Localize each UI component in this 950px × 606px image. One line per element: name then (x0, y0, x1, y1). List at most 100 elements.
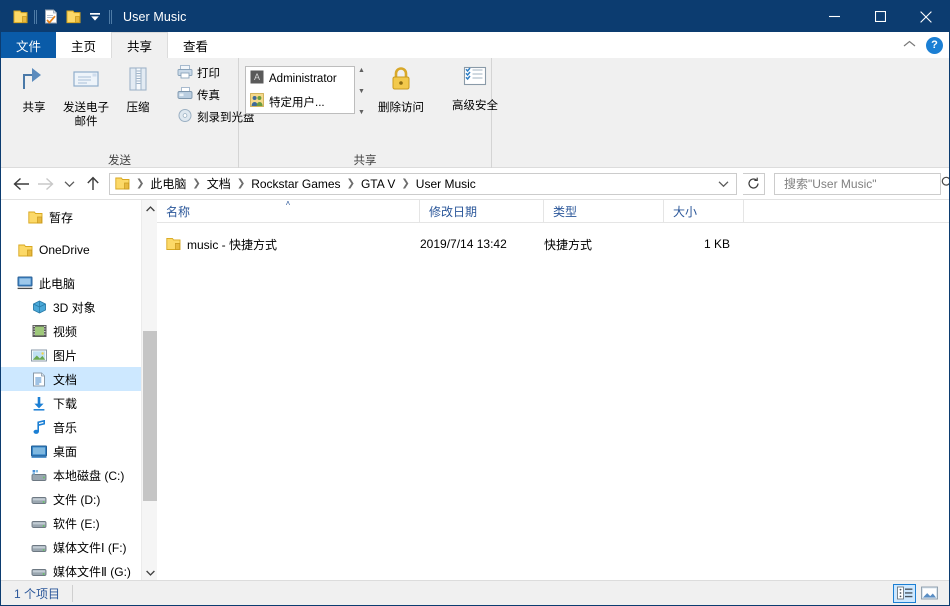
navigation-pane-scrollbar[interactable] (141, 200, 157, 581)
column-header-date-modified[interactable]: 修改日期 (420, 200, 544, 222)
breadcrumb-separator[interactable]: ❯ (134, 174, 146, 194)
status-item-count: 1 个项目 (1, 585, 73, 602)
advanced-security-button[interactable]: 高级安全 (446, 62, 504, 118)
sidebar-item-drive-g[interactable]: 媒体文件Ⅱ (G:) (1, 559, 141, 581)
share-with-item-administrator[interactable]: A Administrator (246, 67, 354, 90)
print-icon (177, 64, 193, 82)
table-row[interactable]: music - 快捷方式 2019/7/14 13:42 快捷方式 1 KB (157, 233, 949, 255)
tab-home[interactable]: 主页 (56, 32, 111, 58)
breadcrumb-dropdown-icon[interactable] (713, 177, 734, 191)
qat-customize-dropdown-icon[interactable] (84, 6, 106, 28)
ribbon-group-send-body: 共享 发送电子邮件 (1, 58, 238, 151)
breadcrumb-separator[interactable]: ❯ (235, 174, 247, 194)
navigation-pane[interactable]: 暂存 OneDrive 此电脑 (1, 200, 141, 581)
scroll-down-button[interactable] (142, 564, 158, 581)
sidebar-item-pictures[interactable]: 图片 (1, 343, 141, 367)
this-pc-icon (17, 275, 33, 291)
scroll-down-icon[interactable]: ▼ (358, 88, 365, 96)
email-button-label: 发送电子邮件 (61, 101, 111, 129)
forward-button[interactable] (33, 172, 57, 196)
sidebar-item-3d-objects[interactable]: 3D 对象 (1, 295, 141, 319)
column-header-name[interactable]: ˄ 名称 (157, 200, 420, 222)
view-toggle-group (893, 584, 949, 603)
sidebar-item-label: 本地磁盘 (C:) (53, 467, 124, 484)
breadcrumb-item-2[interactable]: Rockstar Games (247, 174, 344, 194)
column-header-filler (744, 200, 949, 222)
sidebar-item-drive-e[interactable]: 软件 (E:) (1, 511, 141, 535)
specific-users-icon (250, 93, 264, 110)
sidebar-item-music[interactable]: 音乐 (1, 415, 141, 439)
remove-access-button[interactable]: 删除访问 (376, 62, 426, 118)
breadcrumb-separator[interactable]: ❯ (399, 174, 411, 194)
maximize-button[interactable] (857, 1, 903, 32)
close-button[interactable] (903, 1, 949, 32)
scroll-up-icon[interactable]: ▲ (358, 67, 365, 75)
details-view-button[interactable] (893, 584, 916, 603)
qat-new-folder-icon[interactable] (62, 6, 84, 28)
collapse-ribbon-icon[interactable] (903, 40, 916, 50)
minimize-button[interactable] (811, 1, 857, 32)
scrollbar-thumb[interactable] (143, 331, 157, 501)
sidebar-item-drive-f[interactable]: 媒体文件Ⅰ (F:) (1, 535, 141, 559)
zip-button[interactable]: 压缩 (113, 62, 163, 129)
breadcrumb-separator[interactable]: ❯ (345, 174, 357, 194)
sidebar-item-videos[interactable]: 视频 (1, 319, 141, 343)
sidebar-item-temp[interactable]: 暂存 (1, 205, 141, 229)
breadcrumb-item-3[interactable]: GTA V (357, 174, 399, 194)
breadcrumb-item-1[interactable]: 文档 (203, 174, 235, 194)
share-with-item-specific-users[interactable]: 特定用户... (246, 90, 354, 113)
desktop-icon (31, 443, 47, 459)
recent-locations-button[interactable] (57, 172, 81, 196)
zip-button-label: 压缩 (127, 101, 150, 115)
sidebar-item-downloads[interactable]: 下载 (1, 391, 141, 415)
search-input[interactable] (782, 176, 941, 192)
share-with-listbox[interactable]: A Administrator (245, 66, 355, 114)
file-list-pane[interactable]: ˄ 名称 修改日期 类型 大小 (157, 200, 949, 581)
column-header-size[interactable]: 大小 (664, 200, 744, 222)
sidebar-item-drive-d[interactable]: 文件 (D:) (1, 487, 141, 511)
sidebar-item-onedrive[interactable]: OneDrive (1, 238, 141, 262)
refresh-button[interactable] (743, 173, 765, 195)
qat-folder-icon[interactable] (9, 6, 31, 28)
share-button[interactable]: 共享 (9, 62, 59, 129)
back-button[interactable] (9, 172, 33, 196)
ribbon-group-share-label: 共享 (239, 151, 491, 168)
scroll-more-icon[interactable]: ▼ (358, 109, 365, 117)
breadcrumb-bar[interactable]: ❯ 此电脑 ❯ 文档 ❯ Rockstar Games ❯ GTA V ❯ Us… (109, 173, 737, 195)
sidebar-spacer (1, 262, 141, 271)
share-with-scrollbar[interactable]: ▲ ▼ ▼ (355, 66, 368, 118)
email-button[interactable]: 发送电子邮件 (61, 62, 111, 129)
help-button[interactable]: ? (926, 37, 943, 54)
sidebar-item-this-pc[interactable]: 此电脑 (1, 271, 141, 295)
file-list[interactable]: music - 快捷方式 2019/7/14 13:42 快捷方式 1 KB (157, 233, 949, 255)
breadcrumb-separator[interactable]: ❯ (190, 174, 202, 194)
file-name-cell[interactable]: music - 快捷方式 (157, 236, 420, 253)
zip-icon (123, 64, 153, 98)
tab-share[interactable]: 共享 (111, 32, 168, 58)
up-button[interactable] (81, 172, 105, 196)
fax-button-label: 传真 (197, 87, 220, 103)
sidebar-item-desktop[interactable]: 桌面 (1, 439, 141, 463)
breadcrumb-folder-icon[interactable] (112, 177, 134, 190)
breadcrumb-item-4[interactable]: User Music (412, 174, 480, 194)
quick-access-toolbar (1, 6, 115, 28)
column-header-type[interactable]: 类型 (544, 200, 664, 222)
pictures-icon (31, 347, 47, 363)
search-icon[interactable] (941, 176, 950, 192)
sidebar-item-label: 文档 (53, 371, 77, 388)
breadcrumb-item-0[interactable]: 此电脑 (146, 174, 190, 194)
sidebar-spacer (1, 229, 141, 238)
tab-file[interactable]: 文件 (1, 32, 56, 58)
sidebar-item-label: 图片 (53, 347, 77, 364)
search-box[interactable] (774, 173, 941, 195)
music-icon (31, 419, 47, 435)
large-icons-view-button[interactable] (918, 584, 941, 603)
sidebar-item-documents[interactable]: 文档 (1, 367, 141, 391)
tab-view[interactable]: 查看 (168, 32, 223, 58)
column-header-label: 修改日期 (429, 203, 477, 220)
scroll-up-button[interactable] (142, 200, 158, 217)
lock-icon (387, 64, 415, 98)
qat-properties-icon[interactable] (40, 6, 62, 28)
share-icon (19, 64, 49, 98)
sidebar-item-local-disk-c[interactable]: 本地磁盘 (C:) (1, 463, 141, 487)
